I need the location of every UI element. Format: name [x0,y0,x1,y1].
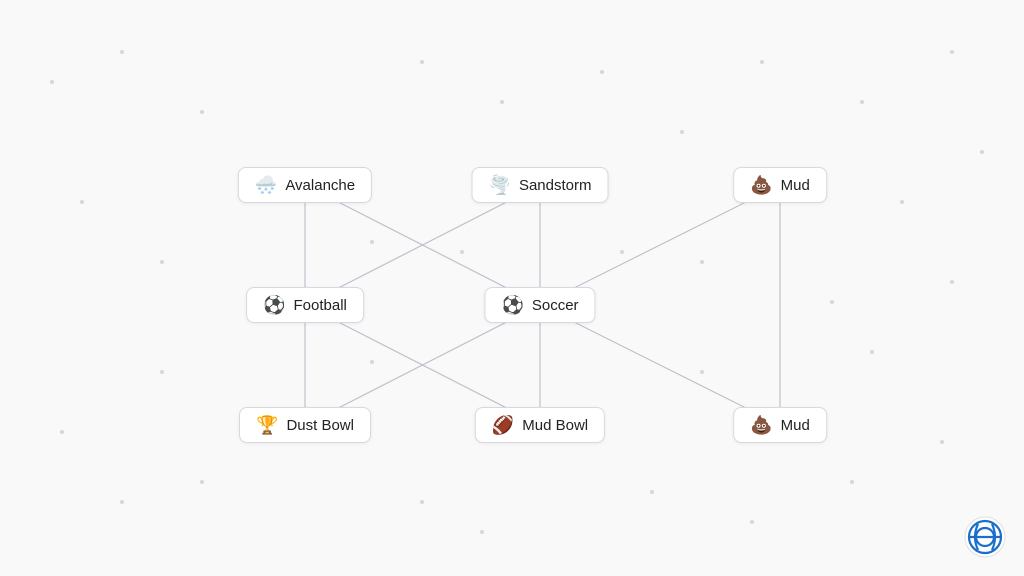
node-dustbowl[interactable]: 🏆 Dust Bowl [239,407,371,443]
node-mud2[interactable]: 💩 Mud [733,407,827,443]
node-soccer[interactable]: ⚽ Soccer [484,287,595,323]
node-label-soccer: Soccer [532,297,579,314]
nodes-container: 🌨️ Avalanche 🌪️ Sandstorm 💩 Mud ⚽ Football ⚽ Socc… [0,0,1024,576]
node-label-sandstorm: Sandstorm [519,177,592,194]
node-emoji-mud1: 💩 [750,176,772,194]
node-emoji-dustbowl: 🏆 [256,416,278,434]
node-football[interactable]: ⚽ Football [246,287,364,323]
node-label-mud2: Mud [781,417,810,434]
brand-logo [964,516,1006,558]
node-emoji-mudbowl: 🏈 [492,416,514,434]
node-emoji-football: ⚽ [263,296,285,314]
node-emoji-mud2: 💩 [750,416,772,434]
node-emoji-avalanche: 🌨️ [255,176,277,194]
node-label-football: Football [294,297,347,314]
node-mudbowl[interactable]: 🏈 Mud Bowl [475,407,605,443]
node-label-avalanche: Avalanche [285,177,355,194]
node-emoji-sandstorm: 🌪️ [489,176,511,194]
node-label-mudbowl: Mud Bowl [522,417,588,434]
node-label-dustbowl: Dust Bowl [286,417,354,434]
node-label-mud1: Mud [781,177,810,194]
node-emoji-soccer: ⚽ [501,296,523,314]
node-mud1[interactable]: 💩 Mud [733,167,827,203]
node-sandstorm[interactable]: 🌪️ Sandstorm [472,167,609,203]
node-avalanche[interactable]: 🌨️ Avalanche [238,167,372,203]
